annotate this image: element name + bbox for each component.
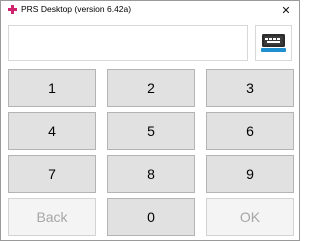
key-7-button[interactable]: 7 xyxy=(8,155,96,193)
number-display-field[interactable] xyxy=(8,25,248,61)
keyboard-button[interactable] xyxy=(255,25,292,61)
key-3-button[interactable]: 3 xyxy=(206,69,294,107)
window-title: PRS Desktop (version 6.42a) xyxy=(21,4,132,14)
close-button[interactable]: ✕ xyxy=(273,1,299,19)
key-1-button[interactable]: 1 xyxy=(8,69,96,107)
key-8-button[interactable]: 8 xyxy=(107,155,195,193)
pink-plus-icon xyxy=(8,5,17,14)
keyboard-icon xyxy=(261,34,286,52)
close-icon: ✕ xyxy=(281,4,291,17)
back-button[interactable]: Back xyxy=(8,198,96,236)
prs-desktop-window: PRS Desktop (version 6.42a) ✕ 1 2 3 4 5 … xyxy=(0,0,300,241)
ok-button[interactable]: OK xyxy=(206,198,294,236)
key-5-button[interactable]: 5 xyxy=(107,112,195,150)
key-0-button[interactable]: 0 xyxy=(107,198,195,236)
key-2-button[interactable]: 2 xyxy=(107,69,195,107)
title-bar: PRS Desktop (version 6.42a) ✕ xyxy=(1,1,299,19)
key-4-button[interactable]: 4 xyxy=(8,112,96,150)
key-9-button[interactable]: 9 xyxy=(206,155,294,193)
key-6-button[interactable]: 6 xyxy=(206,112,294,150)
